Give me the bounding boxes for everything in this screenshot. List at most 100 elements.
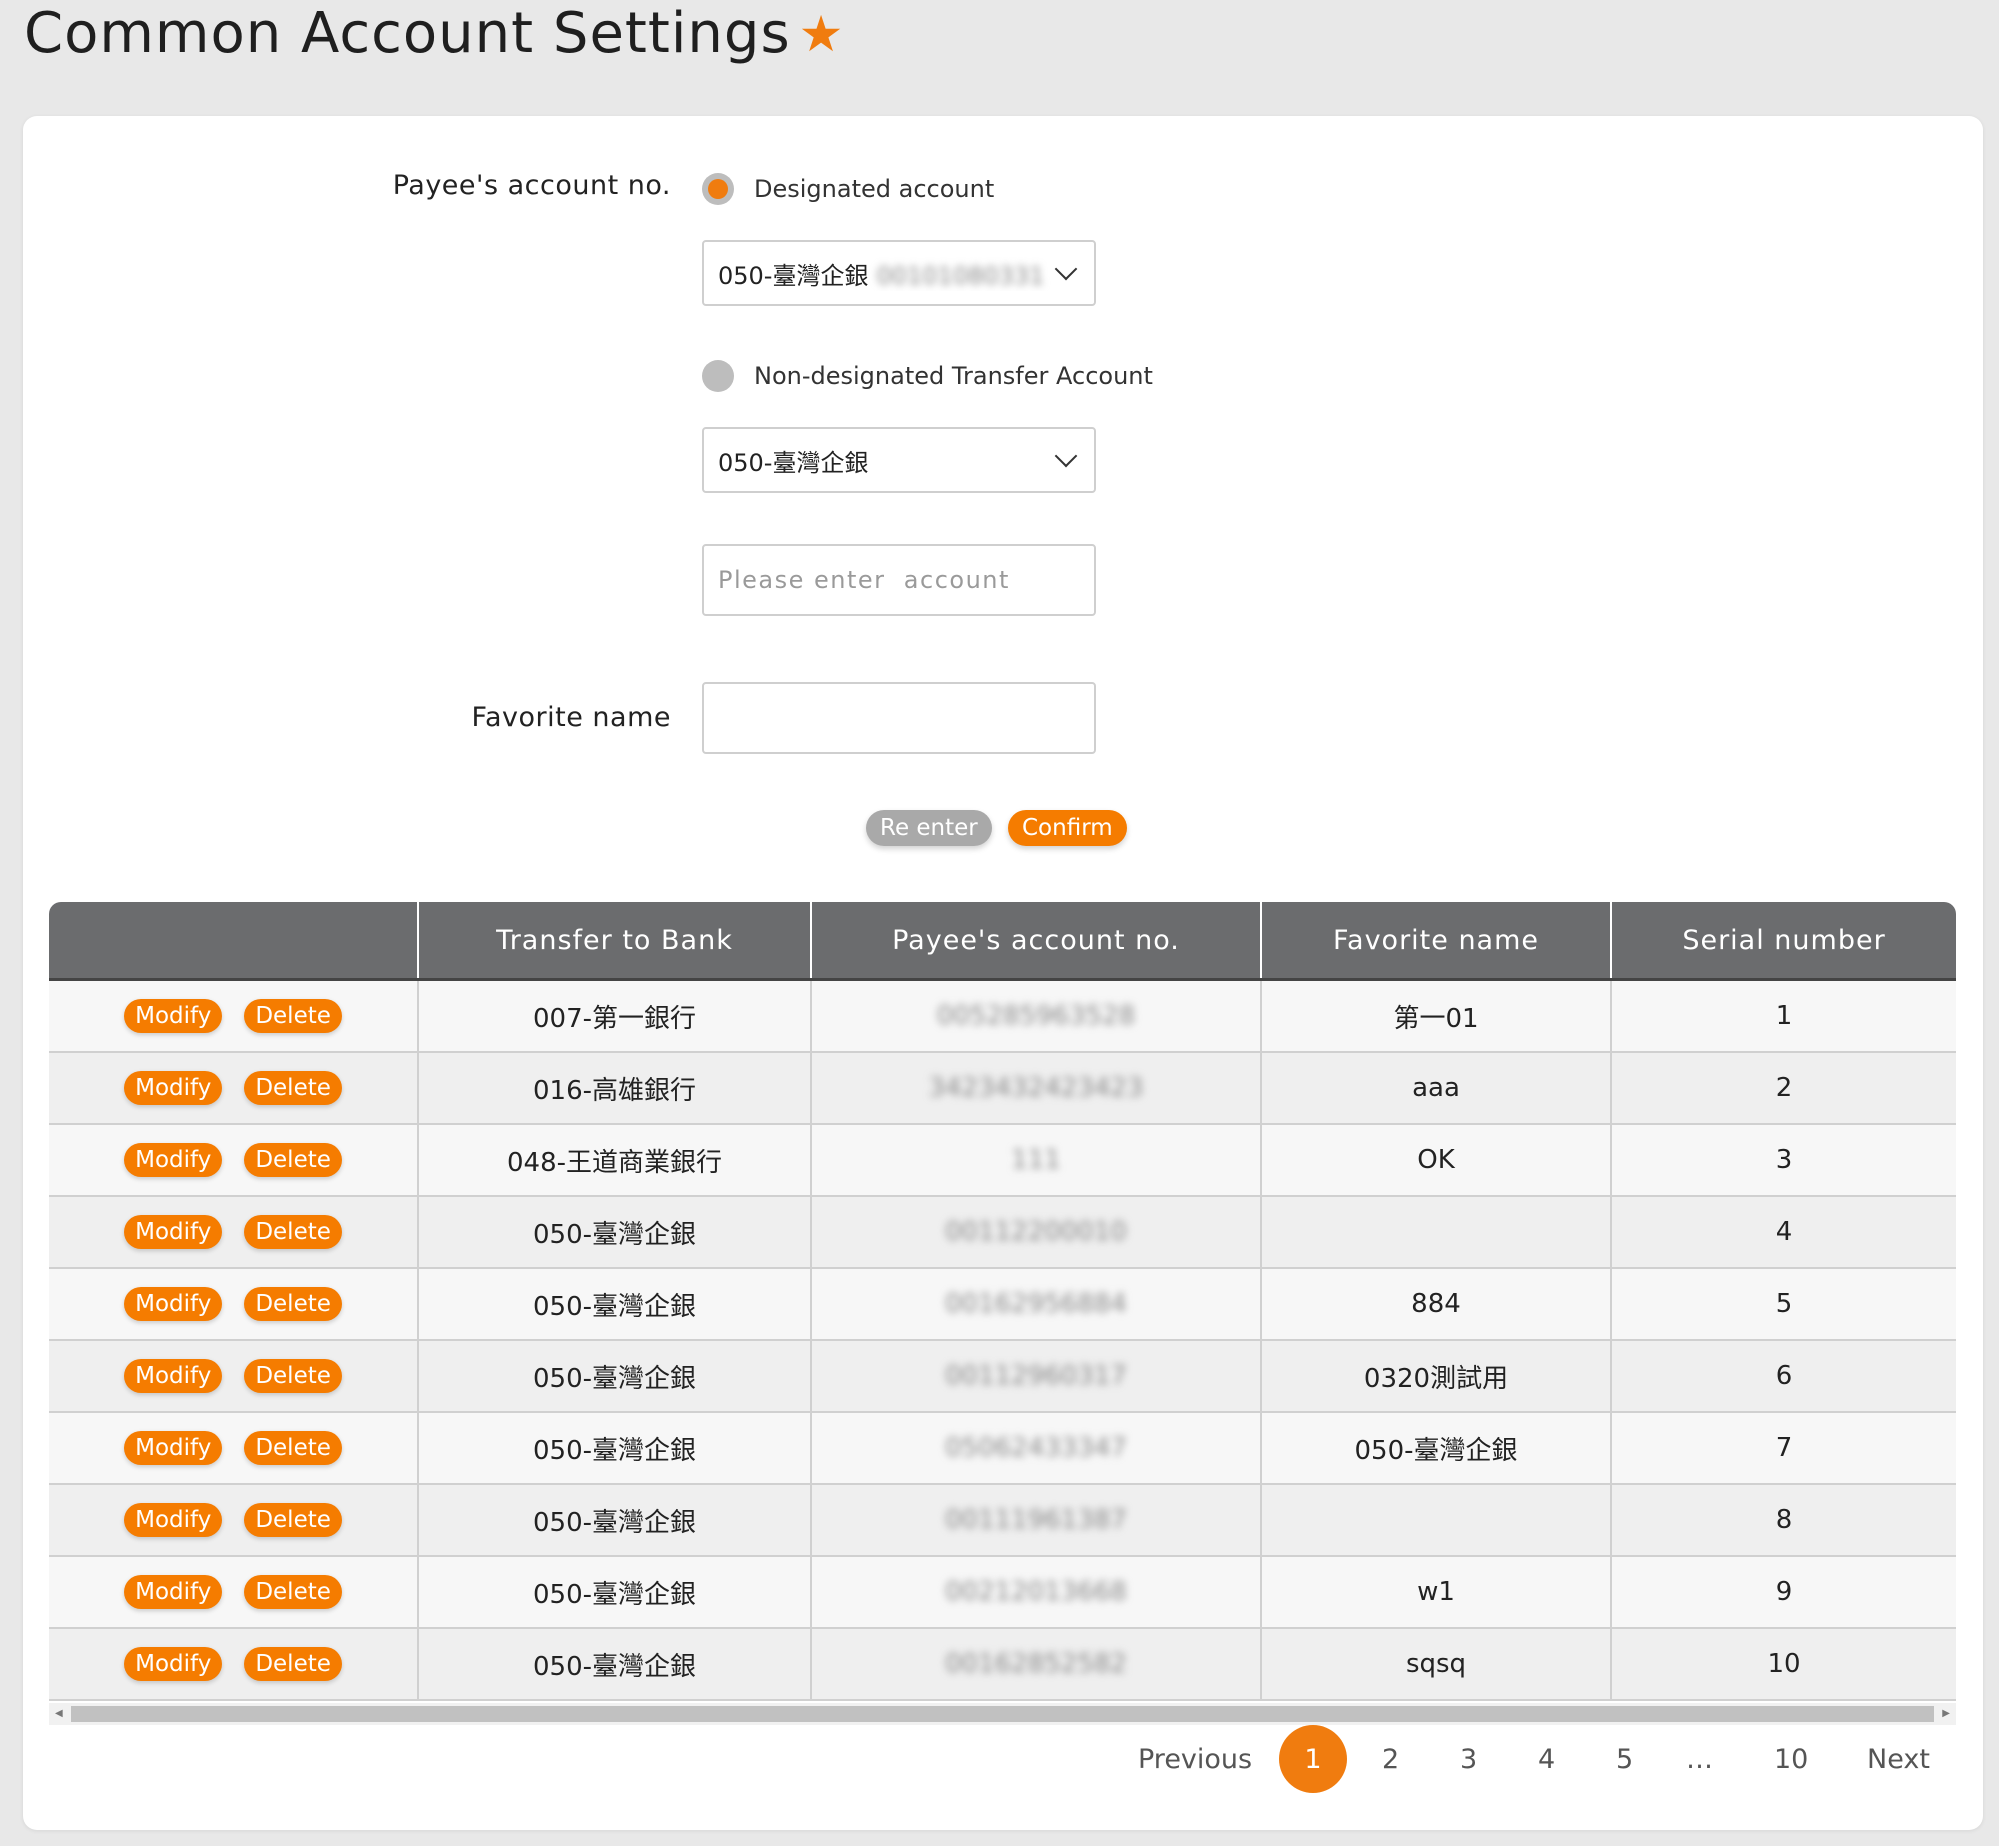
page-title: Common Account Settings ★ — [24, 2, 844, 66]
nondesignated-radio[interactable] — [702, 360, 734, 392]
cell-bank: 050-臺灣企銀 — [417, 1556, 811, 1629]
delete-button[interactable]: Delete — [244, 1359, 342, 1393]
table-row: Modify Delete 050-臺灣企銀 00162852582 sqsq 10 — [49, 1628, 1956, 1701]
scrollbar-thumb[interactable] — [71, 1706, 1934, 1722]
cell-favorite: OK — [1260, 1124, 1611, 1197]
delete-button[interactable]: Delete — [244, 1071, 342, 1105]
cell-account: 00112200010 — [810, 1196, 1261, 1269]
cell-bank: 050-臺灣企銀 — [417, 1412, 811, 1485]
cell-account: 00162956884 — [810, 1268, 1261, 1341]
cell-bank: 007-第一銀行 — [417, 979, 811, 1053]
pagination-page-5[interactable]: 5 — [1616, 1744, 1633, 1775]
header-actions — [49, 902, 418, 980]
table-row: Modify Delete 050-臺灣企銀 05062433347 050-臺灣企銀 7 — [49, 1412, 1956, 1485]
table-row: Modify Delete 016-高雄銀行 3423432423423 aaa 2 — [49, 1052, 1956, 1125]
modify-button[interactable]: Modify — [124, 1287, 223, 1321]
delete-button[interactable]: Delete — [244, 1647, 342, 1681]
cell-bank: 050-臺灣企銀 — [417, 1628, 811, 1701]
favorites-table: Transfer to Bank Payee's account no. Fav… — [49, 902, 1956, 1725]
row-actions: Modify Delete — [49, 1628, 418, 1701]
pagination-page-3[interactable]: 3 — [1460, 1744, 1477, 1775]
cell-favorite — [1260, 1484, 1611, 1557]
scroll-left-arrow[interactable]: ◀ — [55, 1708, 63, 1719]
cell-serial: 4 — [1610, 1196, 1956, 1269]
pagination-ellipsis: … — [1686, 1743, 1713, 1775]
modify-button[interactable]: Modify — [124, 1071, 223, 1105]
cell-favorite: sqsq — [1260, 1628, 1611, 1701]
row-actions: Modify Delete — [49, 979, 418, 1053]
chevron-down-icon — [1054, 444, 1078, 468]
reenter-button[interactable]: Re enter — [866, 810, 992, 846]
settings-card: Payee's account no. Designated account 0… — [23, 116, 1983, 1830]
cell-account: 00111961387 — [810, 1484, 1261, 1557]
header-serial: Serial number — [1610, 902, 1956, 980]
designated-bank: 050-臺灣企銀 — [718, 261, 869, 290]
confirm-button[interactable]: Confirm — [1008, 810, 1127, 846]
modify-button[interactable]: Modify — [124, 1359, 223, 1393]
row-actions: Modify Delete — [49, 1196, 418, 1269]
delete-button[interactable]: Delete — [244, 1575, 342, 1609]
payee-account-label: Payee's account no. — [392, 170, 671, 201]
account-number: 00112200010 — [945, 1217, 1127, 1247]
account-number: 005285963528 — [936, 1001, 1136, 1031]
cell-bank: 050-臺灣企銀 — [417, 1484, 811, 1557]
cell-serial: 8 — [1610, 1484, 1956, 1557]
pagination-next[interactable]: Next — [1867, 1744, 1930, 1775]
cell-account: 00212013668 — [810, 1556, 1261, 1629]
modify-button[interactable]: Modify — [124, 1575, 223, 1609]
cell-bank: 050-臺灣企銀 — [417, 1196, 811, 1269]
row-actions: Modify Delete — [49, 1412, 418, 1485]
row-actions: Modify Delete — [49, 1268, 418, 1341]
row-actions: Modify Delete — [49, 1124, 418, 1197]
cell-account: 3423432423423 — [810, 1052, 1261, 1125]
row-actions: Modify Delete — [49, 1556, 418, 1629]
cell-bank: 048-王道商業銀行 — [417, 1124, 811, 1197]
modify-button[interactable]: Modify — [124, 1503, 223, 1537]
account-input[interactable] — [702, 544, 1096, 616]
cell-account: 111 — [810, 1124, 1261, 1197]
delete-button[interactable]: Delete — [244, 1431, 342, 1465]
delete-button[interactable]: Delete — [244, 1143, 342, 1177]
delete-button[interactable]: Delete — [244, 999, 342, 1033]
header-bank: Transfer to Bank — [417, 902, 811, 980]
table-row: Modify Delete 050-臺灣企銀 00212013668 w1 9 — [49, 1556, 1956, 1629]
cell-serial: 2 — [1610, 1052, 1956, 1125]
delete-button[interactable]: Delete — [244, 1287, 342, 1321]
cell-favorite: 0320測試用 — [1260, 1340, 1611, 1413]
favorite-name-input[interactable] — [702, 682, 1096, 754]
cell-serial: 10 — [1610, 1628, 1956, 1701]
designated-account-option[interactable]: Designated account — [702, 173, 994, 205]
scroll-right-arrow[interactable]: ▶ — [1942, 1708, 1950, 1719]
designated-radio[interactable] — [702, 173, 734, 205]
modify-button[interactable]: Modify — [124, 1215, 223, 1249]
designated-account-select[interactable]: 050-臺灣企銀 00101080331 — [702, 240, 1096, 306]
delete-button[interactable]: Delete — [244, 1503, 342, 1537]
modify-button[interactable]: Modify — [124, 1431, 223, 1465]
horizontal-scrollbar[interactable]: ◀ ▶ — [49, 1703, 1956, 1725]
nondesignated-bank-select[interactable]: 050-臺灣企銀 — [702, 427, 1096, 493]
row-actions: Modify Delete — [49, 1340, 418, 1413]
nondesignated-account-option[interactable]: Non-designated Transfer Account — [702, 360, 1153, 392]
pagination-page-2[interactable]: 2 — [1382, 1744, 1399, 1775]
modify-button[interactable]: Modify — [124, 999, 223, 1033]
header-favorite: Favorite name — [1260, 902, 1611, 980]
pagination-page-last[interactable]: 10 — [1774, 1744, 1808, 1775]
account-number: 00162956884 — [945, 1289, 1127, 1319]
account-number: 3423432423423 — [928, 1073, 1144, 1103]
account-number: 00111961387 — [945, 1505, 1127, 1535]
cell-account: 00112960317 — [810, 1340, 1261, 1413]
pagination-page-4[interactable]: 4 — [1538, 1744, 1555, 1775]
cell-account: 00162852582 — [810, 1628, 1261, 1701]
modify-button[interactable]: Modify — [124, 1143, 223, 1177]
pagination-page-1[interactable]: 1 — [1279, 1725, 1347, 1793]
table-header-row: Transfer to Bank Payee's account no. Fav… — [49, 902, 1956, 980]
cell-favorite: 050-臺灣企銀 — [1260, 1412, 1611, 1485]
delete-button[interactable]: Delete — [244, 1215, 342, 1249]
cell-serial: 1 — [1610, 979, 1956, 1053]
nondesignated-label: Non-designated Transfer Account — [754, 362, 1153, 390]
modify-button[interactable]: Modify — [124, 1647, 223, 1681]
star-icon[interactable]: ★ — [799, 9, 845, 59]
header-account: Payee's account no. — [810, 902, 1261, 980]
table-row: Modify Delete 050-臺灣企銀 00112200010 4 — [49, 1196, 1956, 1269]
pagination-previous[interactable]: Previous — [1138, 1744, 1252, 1775]
